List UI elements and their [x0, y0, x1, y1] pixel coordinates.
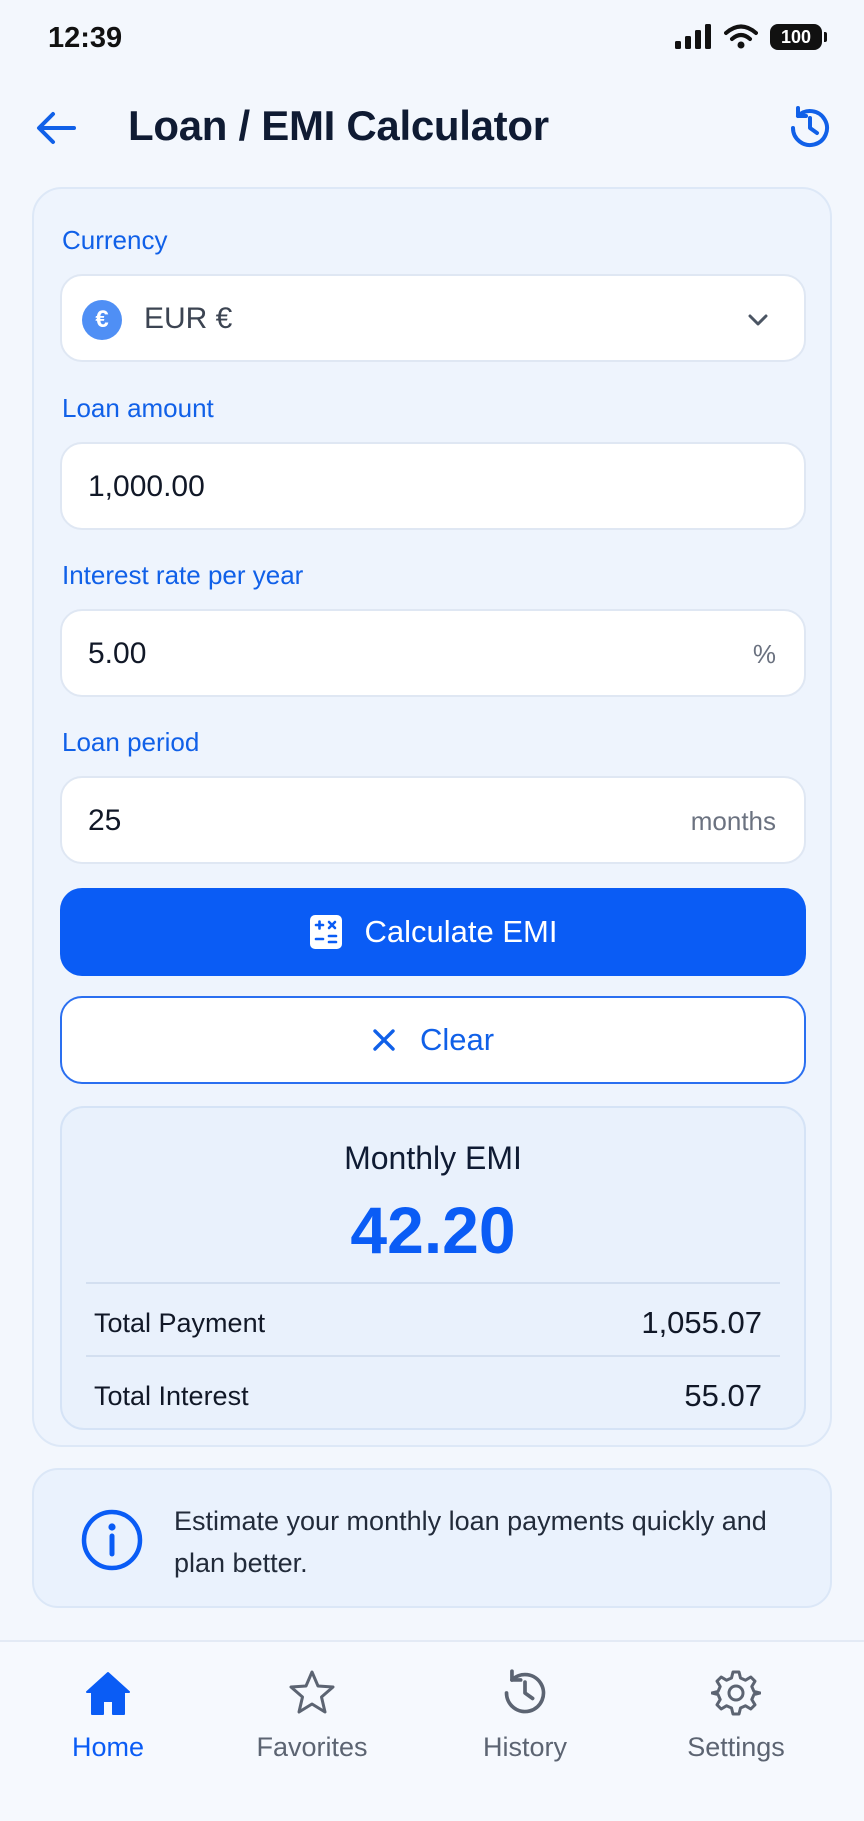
calculate-emi-label: Calculate EMI	[364, 914, 558, 949]
currency-label: Currency	[62, 225, 168, 255]
app-header: Loan / EMI Calculator	[0, 88, 864, 168]
euro-icon: €	[82, 300, 122, 340]
home-icon	[86, 1672, 130, 1715]
currency-select[interactable]: € EUR €	[60, 274, 806, 362]
nav-label-history: History	[482, 1732, 567, 1762]
calculator-card: Currency € EUR € Loan amount 1,000.00 In…	[32, 187, 832, 1447]
back-button[interactable]	[30, 104, 82, 152]
gear-icon	[711, 1670, 761, 1716]
history-icon	[791, 106, 829, 148]
nav-item-home[interactable]: Home	[18, 1668, 198, 1788]
loan-amount-value: 1,000.00	[88, 470, 205, 503]
months-suffix: months	[690, 806, 776, 836]
currency-value: EUR €	[144, 302, 233, 335]
interest-rate-value: 5.00	[88, 637, 147, 670]
result-divider	[86, 1282, 780, 1284]
loan-period-input[interactable]: 25 months	[60, 776, 806, 864]
loan-period-value: 25	[88, 804, 122, 837]
star-icon	[289, 1670, 335, 1714]
nav-label-home: Home	[71, 1732, 145, 1762]
nav-item-history[interactable]: History	[435, 1668, 615, 1788]
info-text: Estimate your monthly loan payments quic…	[174, 1506, 767, 1578]
status-bar: 12:39 100	[0, 0, 864, 80]
result-divider	[86, 1355, 780, 1357]
bottom-navigation: Home Favorites History Settings	[0, 1640, 864, 1821]
calculate-emi-button[interactable]: Calculate EMI	[60, 888, 806, 976]
status-icons: 100	[674, 24, 827, 50]
emi-calculator-screen: 12:39 100 Loan / EMI Calculator Currency…	[0, 0, 864, 1821]
history-icon	[504, 1669, 546, 1714]
monthly-emi-value: 42.20	[350, 1193, 516, 1267]
status-time: 12:39	[48, 22, 123, 54]
interest-rate-label: Interest rate per year	[62, 560, 304, 590]
monthly-emi-title: Monthly EMI	[344, 1140, 522, 1176]
clear-button[interactable]: Clear	[60, 996, 806, 1084]
signal-icon	[675, 24, 711, 49]
wifi-icon	[724, 24, 758, 49]
total-interest-value: 55.07	[684, 1378, 762, 1413]
battery-indicator: 100	[770, 24, 827, 50]
nav-label-settings: Settings	[687, 1732, 785, 1762]
nav-label-favorites: Favorites	[256, 1732, 368, 1762]
nav-item-favorites[interactable]: Favorites	[222, 1668, 402, 1788]
percent-suffix: %	[752, 639, 776, 669]
chevron-down-icon	[748, 314, 768, 326]
loan-amount-label: Loan amount	[62, 393, 214, 423]
close-icon	[373, 1029, 395, 1051]
total-interest-label: Total Interest	[94, 1381, 249, 1411]
info-icon	[81, 1509, 143, 1571]
loan-period-label: Loan period	[62, 727, 200, 757]
history-button[interactable]	[784, 102, 836, 154]
result-panel: Monthly EMI 42.20 Total Payment 1,055.07…	[60, 1106, 806, 1430]
calculator-icon	[309, 915, 342, 949]
clear-label: Clear	[419, 1022, 495, 1057]
total-payment-value: 1,055.07	[641, 1305, 762, 1340]
nav-item-settings[interactable]: Settings	[646, 1668, 826, 1788]
interest-rate-input[interactable]: 5.00 %	[60, 609, 806, 697]
total-payment-label: Total Payment	[94, 1308, 266, 1338]
page-title: Loan / EMI Calculator	[128, 102, 549, 149]
info-banner: Estimate your monthly loan payments quic…	[32, 1468, 832, 1608]
arrow-left-icon	[37, 112, 76, 144]
loan-amount-input[interactable]: 1,000.00	[60, 442, 806, 530]
